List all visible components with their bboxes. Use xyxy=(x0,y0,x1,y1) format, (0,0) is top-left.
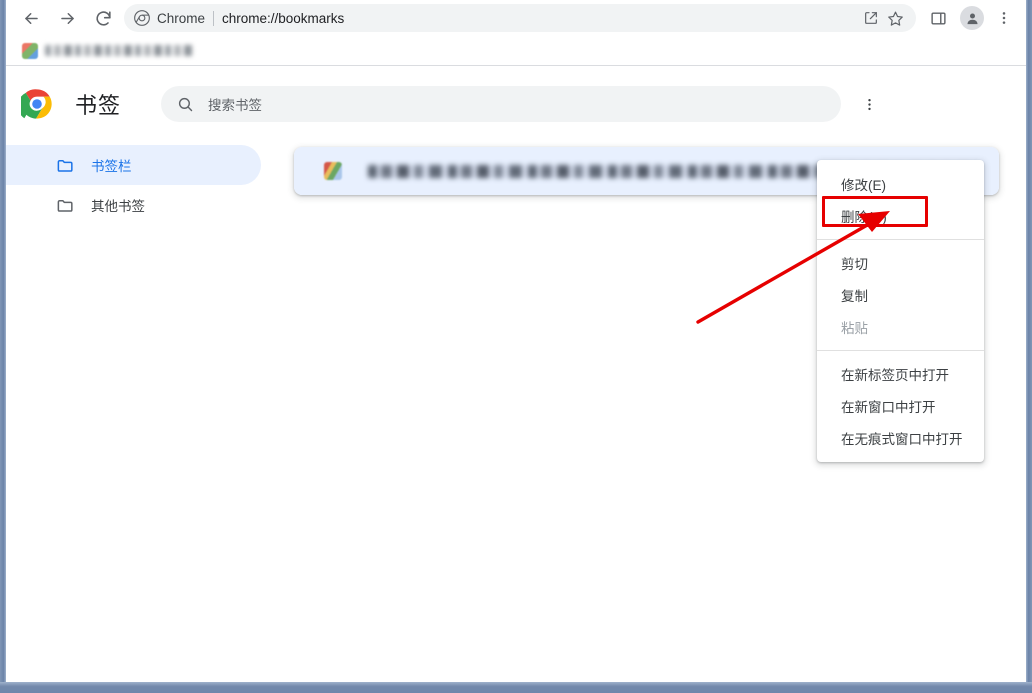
context-menu-item-cut[interactable]: 剪切 xyxy=(817,247,984,279)
omnibox-url: chrome://bookmarks xyxy=(222,11,344,26)
bookmark-star-icon[interactable] xyxy=(884,7,906,29)
search-bookmarks-field[interactable]: 搜索书签 xyxy=(161,86,841,122)
omnibox-site-label: Chrome xyxy=(157,11,205,26)
site-favicon-icon xyxy=(22,43,38,59)
window-frame-right xyxy=(1026,0,1032,693)
browser-toolbar: Chrome chrome://bookmarks xyxy=(6,0,1026,36)
context-menu-separator xyxy=(817,239,984,240)
reload-button[interactable] xyxy=(88,3,118,33)
context-menu: 修改(E) 删除(D) 剪切 复制 粘贴 在新标签页中打开 在新窗口中打开 在无… xyxy=(817,160,984,462)
chrome-logo-icon xyxy=(21,88,53,120)
context-menu-item-paste: 粘贴 xyxy=(817,311,984,343)
bookmarks-bar-item[interactable] xyxy=(18,41,199,61)
context-menu-item-delete[interactable]: 删除(D) xyxy=(817,200,984,232)
address-bar[interactable]: Chrome chrome://bookmarks xyxy=(124,4,916,32)
context-menu-item-open-incognito[interactable]: 在无痕式窗口中打开 xyxy=(817,422,984,454)
window-frame-bottom xyxy=(0,682,1032,693)
sidebar-item-label: 书签栏 xyxy=(91,155,132,175)
folder-icon xyxy=(56,196,75,215)
browser-menu-icon[interactable] xyxy=(990,4,1018,32)
sidebar-item-other-bookmarks[interactable]: 其他书签 xyxy=(6,185,261,225)
share-icon[interactable] xyxy=(860,7,882,29)
side-panel-icon[interactable] xyxy=(924,4,952,32)
search-icon xyxy=(177,96,194,113)
bookmarks-bar xyxy=(6,36,1026,66)
page-overflow-menu-icon[interactable] xyxy=(855,90,883,118)
folder-icon xyxy=(56,156,75,175)
context-menu-item-edit[interactable]: 修改(E) xyxy=(817,168,984,200)
sidebar-item-bookmarks-bar[interactable]: 书签栏 xyxy=(6,145,261,185)
bookmark-manager-header: 书签 搜索书签 xyxy=(6,67,1026,135)
context-menu-item-open-new-tab[interactable]: 在新标签页中打开 xyxy=(817,358,984,390)
page-title: 书签 xyxy=(75,88,121,120)
context-menu-item-open-new-window[interactable]: 在新窗口中打开 xyxy=(817,390,984,422)
forward-button[interactable] xyxy=(52,3,82,33)
site-favicon-icon xyxy=(324,162,342,180)
search-placeholder: 搜索书签 xyxy=(208,94,262,114)
sidebar-item-label: 其他书签 xyxy=(91,195,145,215)
browser-window: Chrome chrome://bookmarks xyxy=(0,0,1032,693)
omnibox-separator xyxy=(213,11,214,26)
sidebar: 书签栏 其他书签 xyxy=(6,135,289,225)
chrome-icon xyxy=(134,10,150,26)
profile-avatar[interactable] xyxy=(960,6,984,30)
back-button[interactable] xyxy=(16,3,46,33)
bookmarks-bar-item-label xyxy=(45,45,195,56)
context-menu-separator xyxy=(817,350,984,351)
context-menu-item-copy[interactable]: 复制 xyxy=(817,279,984,311)
